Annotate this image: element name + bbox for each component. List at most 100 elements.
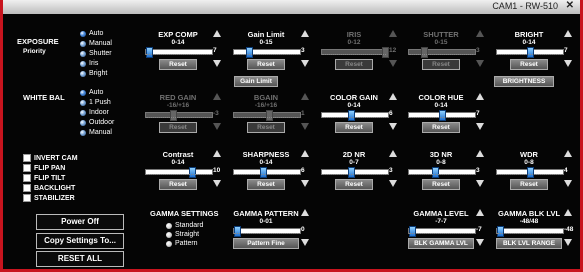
arrow-up-icon[interactable] [564, 209, 572, 216]
arrow-down-icon[interactable] [301, 180, 309, 187]
checkbox-icon[interactable] [23, 154, 31, 162]
arrow-up-icon[interactable] [564, 150, 572, 157]
arrow-down-icon[interactable] [213, 123, 221, 130]
radio-icon[interactable] [80, 89, 86, 96]
sharpness-range: 0-14 [259, 159, 273, 166]
arrow-down-icon[interactable] [389, 123, 397, 130]
arrow-down-icon[interactable] [301, 239, 309, 246]
arrow-up-icon[interactable] [476, 30, 484, 37]
arrow-up-icon[interactable] [476, 209, 484, 216]
radio-icon[interactable] [80, 50, 86, 57]
radio-icon[interactable] [80, 40, 86, 47]
gamma-pattern-value: 0 [301, 226, 305, 233]
bgain-reset-button[interactable]: Reset [247, 122, 285, 133]
white_bal-option-1-push[interactable]: 1 Push [80, 99, 111, 106]
arrow-down-icon[interactable] [476, 123, 484, 130]
white_bal-option-auto[interactable]: Auto [80, 89, 103, 96]
brightness-button[interactable]: BRIGHTNESS [494, 76, 554, 87]
radio-icon[interactable] [80, 70, 86, 77]
nr3d-reset-button[interactable]: Reset [422, 179, 460, 190]
copy-settings-button[interactable]: Copy Settings To... [36, 233, 124, 249]
arrow-up-icon[interactable] [213, 30, 221, 37]
power-off-button[interactable]: Power Off [36, 214, 124, 230]
arrow-up-icon[interactable] [301, 150, 309, 157]
arrow-down-icon[interactable] [213, 60, 221, 67]
radio-icon[interactable] [80, 119, 86, 126]
sharpness-reset-button[interactable]: Reset [247, 179, 285, 190]
radio-icon[interactable] [166, 240, 172, 247]
wdr-reset-button[interactable]: Reset [510, 179, 548, 190]
gamma-level-reset-button[interactable]: BLK GAMMA LVL [408, 238, 474, 249]
checkbox-flip-tilt[interactable]: FLIP TILT [23, 174, 65, 182]
arrow-up-icon[interactable] [301, 209, 309, 216]
radio-icon[interactable] [80, 60, 86, 67]
white_bal-option-manual[interactable]: Manual [80, 129, 112, 136]
arrow-down-icon[interactable] [476, 180, 484, 187]
radio-icon[interactable] [80, 109, 86, 116]
nr2d-reset-button[interactable]: Reset [335, 179, 373, 190]
arrow-up-icon[interactable] [301, 93, 309, 100]
arrow-down-icon[interactable] [564, 239, 572, 246]
arrow-down-icon[interactable] [564, 180, 572, 187]
exp-comp-reset-button[interactable]: Reset [159, 59, 197, 70]
arrow-up-icon[interactable] [213, 93, 221, 100]
arrow-up-icon[interactable] [389, 150, 397, 157]
checkbox-flip-pan[interactable]: FLIP PAN [23, 164, 65, 172]
iris-reset-button[interactable]: Reset [335, 59, 373, 70]
reset-all-button[interactable]: RESET ALL [36, 251, 124, 267]
shutter-reset-button[interactable]: Reset [422, 59, 460, 70]
arrow-up-icon[interactable] [476, 150, 484, 157]
arrow-up-icon[interactable] [301, 30, 309, 37]
exposure-option-auto[interactable]: Auto [80, 30, 103, 37]
arrow-up-icon[interactable] [476, 93, 484, 100]
gamma-blk-lvl-reset-button[interactable]: BLK LVL RANGE [496, 238, 562, 249]
gain-limit-button[interactable]: Gain Limit [234, 76, 278, 87]
arrow-down-icon[interactable] [213, 180, 221, 187]
checkbox-backlight[interactable]: BACKLIGHT [23, 184, 75, 192]
contrast-reset-button[interactable]: Reset [159, 179, 197, 190]
arrow-down-icon[interactable] [564, 60, 572, 67]
arrow-down-icon[interactable] [301, 60, 309, 67]
arrow-up-icon[interactable] [389, 30, 397, 37]
gamma_settings-option-standard[interactable]: Standard [166, 222, 203, 229]
arrow-up-icon[interactable] [389, 93, 397, 100]
arrow-down-icon[interactable] [389, 60, 397, 67]
exposure-option-bright[interactable]: Bright [80, 70, 107, 77]
color-hue-reset-button[interactable]: Reset [422, 122, 460, 133]
arrow-down-icon[interactable] [476, 60, 484, 67]
gamma-pattern-reset-button[interactable]: Pattern Fine [233, 238, 299, 249]
exposure-option-shutter[interactable]: Shutter [80, 50, 112, 57]
radio-icon[interactable] [166, 222, 172, 229]
radio-label: Pattern [175, 240, 198, 247]
gamma_settings-option-pattern[interactable]: Pattern [166, 240, 198, 247]
radio-icon[interactable] [80, 129, 86, 136]
exposure-option-manual[interactable]: Manual [80, 40, 112, 47]
bright-reset-button[interactable]: Reset [510, 59, 548, 70]
gain-limit-reset-button[interactable]: Reset [247, 59, 285, 70]
checkbox-icon[interactable] [23, 184, 31, 192]
gamma_settings-option-straight[interactable]: Straight [166, 231, 199, 238]
white_bal-option-indoor[interactable]: Indoor [80, 109, 109, 116]
checkbox-icon[interactable] [23, 174, 31, 182]
white_bal-option-outdoor[interactable]: Outdoor [80, 119, 114, 126]
slider-ticks [409, 54, 473, 57]
arrow-down-icon[interactable] [476, 239, 484, 246]
arrow-down-icon[interactable] [301, 123, 309, 130]
checkbox-stabilizer[interactable]: STABILIZER [23, 194, 75, 202]
checkbox-icon[interactable] [23, 194, 31, 202]
arrow-up-icon[interactable] [564, 30, 572, 37]
checkbox-invert-cam[interactable]: INVERT CAM [23, 154, 78, 162]
red-gain-reset-button[interactable]: Reset [159, 122, 197, 133]
exp-comp-value: 7 [213, 47, 217, 54]
arrow-up-icon[interactable] [213, 150, 221, 157]
checkbox-icon[interactable] [23, 164, 31, 172]
radio-icon[interactable] [80, 30, 86, 37]
checkbox-label: STABILIZER [34, 194, 75, 202]
radio-icon[interactable] [80, 99, 86, 106]
color-gain-reset-button[interactable]: Reset [335, 122, 373, 133]
close-icon[interactable]: ✕ [566, 0, 574, 11]
arrow-down-icon[interactable] [389, 180, 397, 187]
radio-icon[interactable] [166, 231, 172, 238]
bgain-label: BGAIN [253, 93, 279, 102]
exposure-option-iris[interactable]: Iris [80, 60, 98, 67]
